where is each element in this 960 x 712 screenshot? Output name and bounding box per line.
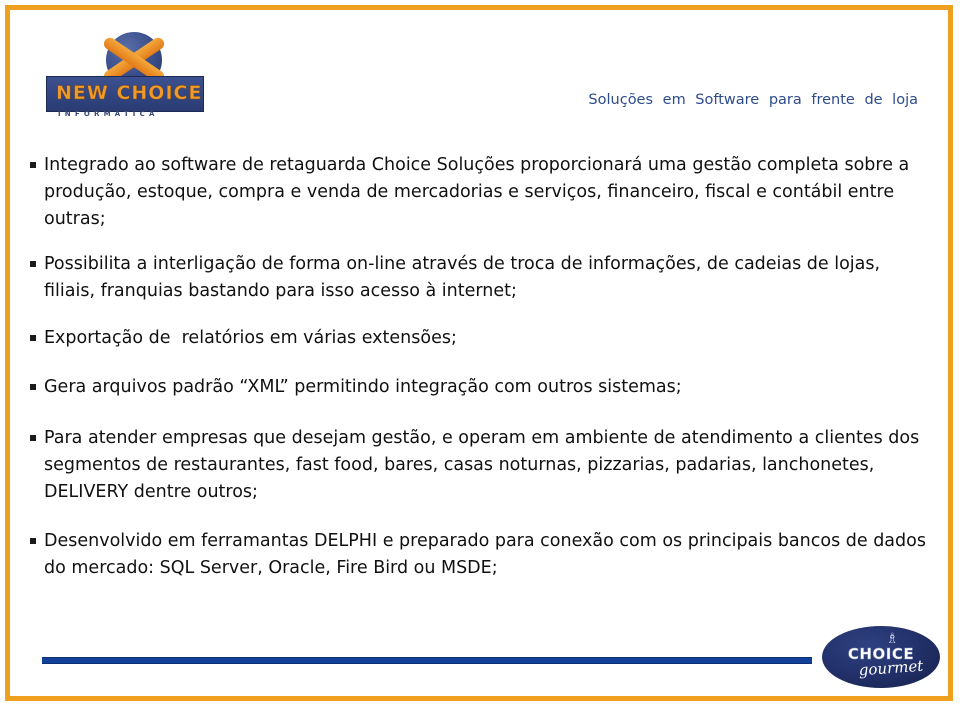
list-item: Integrado ao software de retaguarda Choi…	[30, 152, 930, 233]
bullet-list: Integrado ao software de retaguarda Choi…	[30, 152, 930, 582]
slide-canvas: NEW CHOICE INFORMÁTICA Soluções em Softw…	[0, 0, 960, 712]
bullet-text: Possibilita a interligação de forma on-l…	[44, 254, 886, 301]
square-bullet-icon	[30, 335, 36, 341]
new-choice-logo: NEW CHOICE INFORMÁTICA	[46, 32, 206, 122]
square-bullet-icon	[30, 538, 36, 544]
square-bullet-icon	[30, 261, 36, 267]
bullet-text: Para atender empresas que desejam gestão…	[44, 428, 925, 502]
bullet-text: Integrado ao software de retaguarda Choi…	[44, 155, 915, 229]
square-bullet-icon	[30, 384, 36, 390]
bullet-text: Desenvolvido em ferramantas DELPHI e pre…	[44, 531, 932, 578]
slide-border-bottom	[5, 696, 953, 701]
slide-border-right	[948, 5, 953, 701]
choice-gourmet-logo: ♗ CHOICE gourmet	[822, 626, 940, 688]
bullet-text: Gera arquivos padrão “XML” permitindo in…	[44, 377, 682, 397]
square-bullet-icon	[30, 435, 36, 441]
header-tagline: Soluções em Software para frente de loja	[588, 92, 918, 108]
square-bullet-icon	[30, 162, 36, 168]
list-item: Desenvolvido em ferramantas DELPHI e pre…	[30, 528, 930, 582]
footer-divider	[42, 657, 812, 664]
list-item: Possibilita a interligação de forma on-l…	[30, 251, 930, 305]
list-item: Exportação de relatórios em várias exten…	[30, 325, 930, 352]
list-item: Gera arquivos padrão “XML” permitindo in…	[30, 374, 930, 401]
logo-wordmark: NEW CHOICE	[56, 82, 203, 105]
slide-header: NEW CHOICE INFORMÁTICA Soluções em Softw…	[10, 10, 948, 135]
chef-hat-icon: ♗	[886, 631, 899, 647]
bullet-text: Exportação de relatórios em várias exten…	[44, 328, 457, 348]
list-item: Para atender empresas que desejam gestão…	[30, 425, 930, 506]
logo-subtitle: INFORMÁTICA	[58, 110, 159, 118]
